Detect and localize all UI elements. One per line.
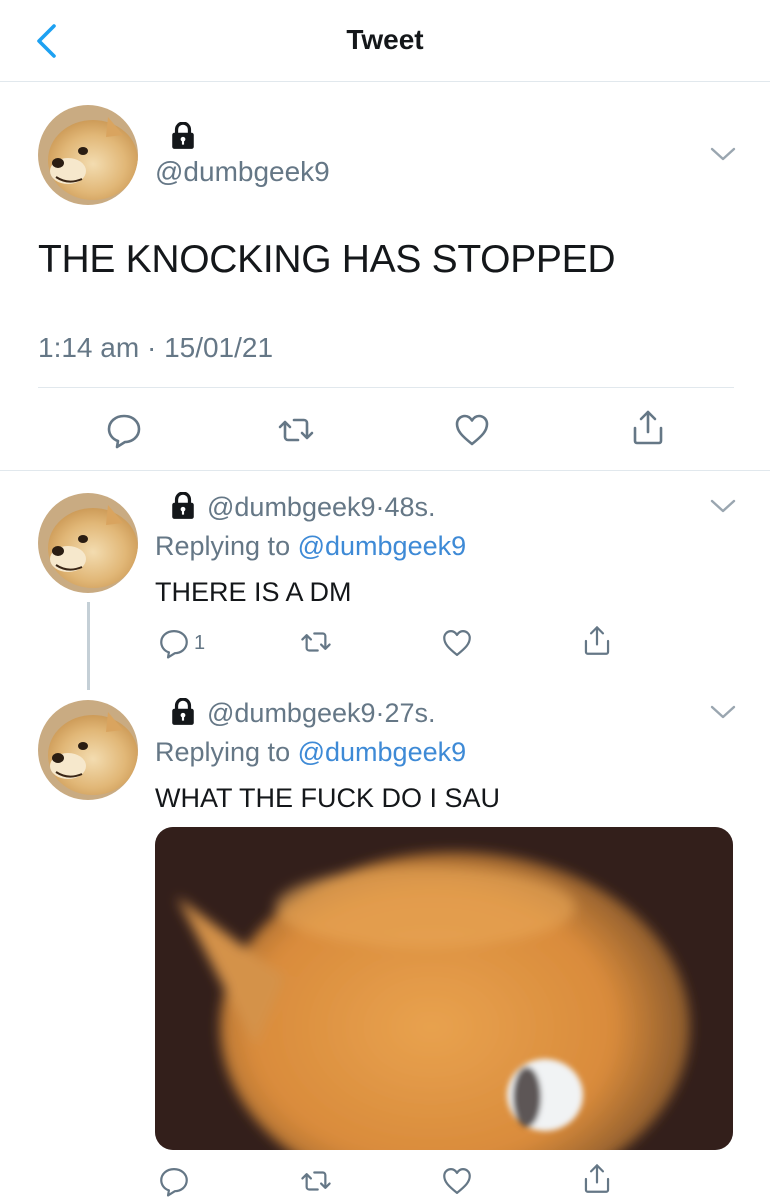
replying-to: Replying to @dumbgeek9: [155, 737, 466, 768]
replying-to-handle[interactable]: @dumbgeek9: [298, 531, 467, 561]
reply-header: @dumbgeek9·48s.: [207, 492, 436, 523]
chevron-down-icon[interactable]: [708, 496, 738, 516]
tweet-text: THERE IS A DM: [155, 577, 352, 607]
replying-to-label: Replying to: [155, 737, 291, 767]
reply-icon[interactable]: [104, 410, 144, 450]
like-icon[interactable]: [440, 626, 474, 660]
tweet-timestamp: 1:14 am · 15/01/21: [38, 332, 273, 364]
reply-age: 48s.: [384, 492, 436, 522]
replying-to-handle[interactable]: @dumbgeek9: [298, 737, 467, 767]
avatar[interactable]: [38, 493, 138, 593]
chevron-down-icon[interactable]: [708, 144, 738, 164]
tweet-time: 1:14 am: [38, 332, 140, 363]
tweet-media-image[interactable]: [155, 827, 733, 1150]
like-icon[interactable]: [440, 1164, 474, 1198]
like-icon[interactable]: [452, 410, 492, 450]
divider: [0, 470, 770, 471]
replying-to-label: Replying to: [155, 531, 291, 561]
reply-icon[interactable]: [157, 1164, 191, 1198]
tweet-text: WHAT THE FUCK DO I SAU: [155, 783, 501, 813]
reply-header: @dumbgeek9·27s.: [207, 698, 436, 729]
divider: [38, 387, 734, 388]
author-handle[interactable]: @dumbgeek9: [155, 156, 330, 188]
tweet-text: THE KNOCKING HAS STOPPED: [38, 238, 616, 281]
meta-separator: ·: [375, 698, 385, 728]
reply-age: 27s.: [384, 698, 436, 728]
meta-separator: ·: [375, 492, 385, 522]
reply-count: 1: [194, 632, 206, 654]
avatar[interactable]: [38, 700, 138, 800]
share-icon[interactable]: [580, 624, 614, 658]
retweet-icon[interactable]: [276, 410, 316, 450]
lock-icon: [170, 698, 196, 731]
share-icon[interactable]: [628, 408, 668, 448]
share-icon[interactable]: [580, 1162, 614, 1196]
author-handle[interactable]: @dumbgeek9: [207, 698, 376, 728]
tweet-date: 15/01/21: [164, 332, 274, 363]
lock-icon: [170, 492, 196, 525]
chevron-down-icon[interactable]: [708, 702, 738, 722]
author-handle[interactable]: @dumbgeek9: [207, 492, 376, 522]
page-title: Tweet: [346, 24, 424, 55]
retweet-icon[interactable]: [299, 1164, 333, 1198]
meta-separator: ·: [146, 332, 157, 363]
reply-icon[interactable]: [157, 626, 191, 660]
retweet-icon[interactable]: [299, 625, 333, 659]
replying-to: Replying to @dumbgeek9: [155, 531, 466, 562]
avatar[interactable]: [38, 105, 138, 205]
lock-icon: [170, 122, 196, 155]
thread-connector: [87, 602, 90, 690]
